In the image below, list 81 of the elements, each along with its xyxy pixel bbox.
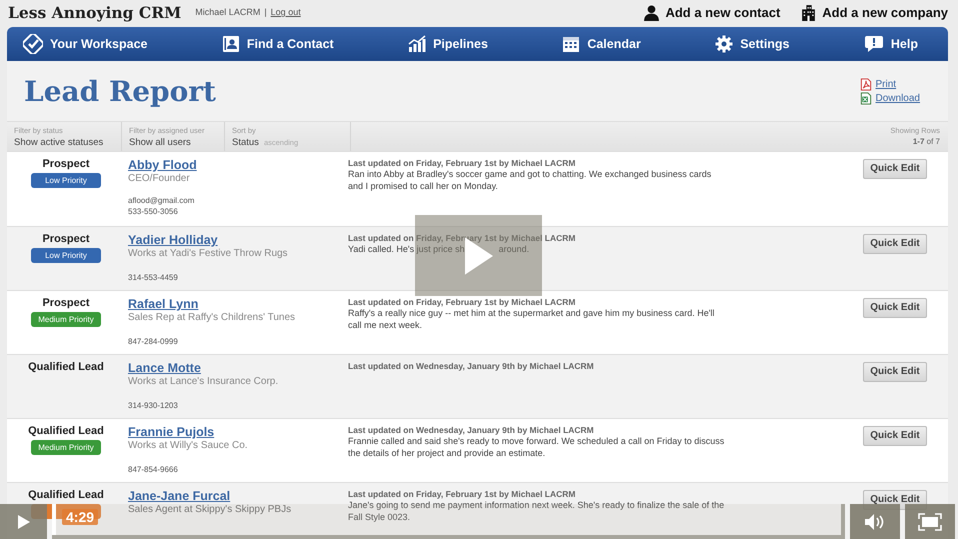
last-updated: Last updated on Friday, February 1st by Michael LACRM (348, 489, 576, 499)
add-link[interactable]: Add a new company (800, 4, 948, 20)
video-time: 4:29 (62, 509, 98, 525)
add-link[interactable]: Add a new contact (643, 4, 780, 20)
priority-badge: Medium Priority (31, 440, 101, 455)
user-name: Michael LACRM (195, 7, 260, 17)
contact-name-link[interactable]: Abby Flood (128, 158, 348, 172)
lead-status: Prospect (42, 158, 90, 170)
quick-edit-button[interactable]: Quick Edit (863, 234, 927, 254)
calendar-icon (562, 35, 580, 53)
pdf-icon (860, 78, 872, 90)
quick-edit-button[interactable]: Quick Edit (863, 426, 927, 446)
contact-subtitle: Works at Lance's Insurance Corp. (128, 376, 280, 387)
separator: | (264, 7, 267, 17)
building-icon (800, 4, 818, 20)
nav-tab[interactable]: Your Workspace (23, 34, 148, 54)
report-link[interactable]: Download (876, 92, 920, 104)
last-updated: Last updated on Friday, February 1st by Michael LACRM (348, 297, 576, 307)
contact-name-link[interactable]: Frannie Pujols (128, 425, 348, 439)
contact-name-link[interactable]: Yadier Holliday (128, 233, 348, 247)
note-text: Ran into Abby at Bradley's soccer game and got to chatting. We exchanged business cards and I promised to call her on Monday. (348, 169, 712, 192)
help-icon (864, 35, 884, 53)
lead-status: Qualified Lead (28, 361, 104, 373)
priority-badge: Low Priority (31, 248, 101, 263)
report-link[interactable]: Print (876, 78, 896, 90)
person-icon (643, 4, 660, 20)
logout-link[interactable]: Log out (270, 7, 301, 17)
nav-tab[interactable]: Settings (715, 35, 790, 53)
quick-edit-button[interactable]: Quick Edit (863, 298, 927, 318)
volume-button[interactable] (850, 504, 900, 539)
contact-subtitle: Sales Rep at Raffy's Childrens' Tunes (128, 312, 296, 323)
nav-tab[interactable]: Calendar (562, 35, 641, 53)
settings-icon (715, 35, 734, 53)
last-updated: Last updated on Wednesday, January 9th by Michael LACRM (348, 361, 595, 371)
last-updated: Last updated on Wednesday, January 9th by Michael LACRM (348, 425, 595, 435)
contact-subtitle: CEO/Founder (128, 173, 191, 184)
contact-phone: 847-854-9666 (128, 465, 179, 474)
play-button[interactable] (0, 504, 47, 539)
checkmark-icon (23, 34, 43, 54)
filter-value[interactable]: Status (232, 137, 259, 148)
note-text: around. (498, 244, 530, 256)
play-icon (18, 514, 30, 528)
contact-card-icon (222, 35, 240, 53)
volume-icon (864, 512, 886, 530)
quick-edit-button[interactable]: Quick Edit (863, 158, 927, 178)
lead-status: Qualified Lead (28, 489, 104, 501)
nav-tab[interactable]: Pipelines (408, 35, 488, 53)
lead-status: Prospect (42, 297, 90, 309)
app-name: Less Annoying CRM (8, 2, 182, 22)
play-overlay[interactable] (415, 215, 542, 296)
note-text: Raffy's a really nice guy -- met him at the supermarket and gave him my business card. He'll call me next week. (348, 308, 716, 332)
filter-value[interactable]: Show all users (129, 137, 191, 148)
contact-name-link[interactable]: Rafael Lynn (128, 297, 348, 311)
nav-tab[interactable]: Find a Contact (222, 35, 334, 53)
contact-subtitle: Works at Willy's Sauce Co. (128, 440, 249, 451)
contact-name-link[interactable]: Lance Motte (128, 361, 348, 375)
row-count: 1-7 of 7 (912, 137, 940, 146)
priority-badge: Medium Priority (31, 312, 101, 327)
contact-subtitle: Sales Agent at Skippy's Skippy PBJs (128, 504, 292, 515)
fullscreen-button[interactable] (905, 504, 955, 539)
contact-subtitle: Works at Yadi's Festive Throw Rugs (128, 248, 289, 259)
filter-value[interactable]: Show active statuses (14, 137, 104, 148)
progress-handle[interactable] (52, 504, 56, 535)
nav-tab[interactable]: Help (864, 35, 918, 53)
page-title: Lead Report (24, 74, 216, 108)
note-text: Yadi called. He's just price sh (348, 244, 465, 256)
contact-phone: 314-553-4459 (128, 273, 179, 282)
contact-email: aflood@gmail.com (128, 196, 196, 205)
contact-phone: 533-550-3056 (128, 207, 179, 216)
quick-edit-button[interactable]: Quick Edit (863, 362, 927, 382)
spreadsheet-icon (860, 92, 872, 104)
lead-status: Qualified Lead (28, 425, 104, 437)
fullscreen-icon (918, 512, 942, 530)
contact-name-link[interactable]: Jane-Jane Furcal (128, 489, 348, 503)
priority-badge: Low Priority (31, 173, 101, 188)
bar-chart-icon (408, 35, 426, 53)
lead-status: Prospect (42, 233, 90, 245)
contact-phone: 314-930-1203 (128, 401, 179, 410)
contact-phone: 847-284-0999 (128, 337, 179, 346)
note-text: Frannie called and said she's ready to move forward. We scheduled a call on Friday to discuss the details of her project and provide an estimate. (348, 436, 726, 460)
last-updated: Last updated on Friday, February 1st by Michael LACRM (348, 158, 576, 168)
